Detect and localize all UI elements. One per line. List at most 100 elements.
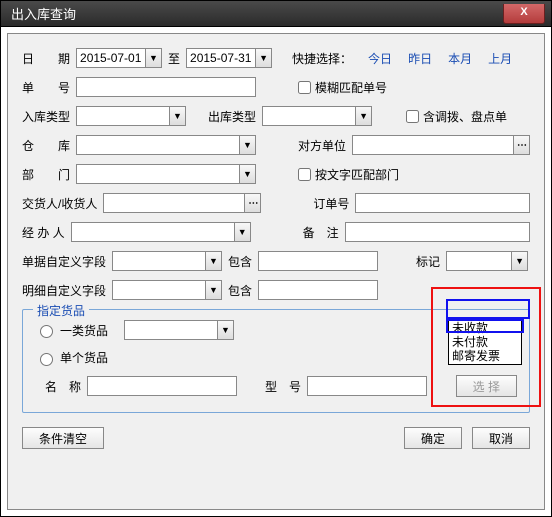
label-to: 至 bbox=[168, 50, 180, 67]
fieldset-legend: 指定货品 bbox=[33, 302, 89, 319]
dept-match-check[interactable] bbox=[298, 168, 311, 181]
chevron-down-icon[interactable]: ▼ bbox=[169, 107, 185, 125]
chevron-down-icon[interactable]: ▼ bbox=[355, 107, 371, 125]
dept-match-label: 按文字匹配部门 bbox=[315, 166, 399, 183]
remark-input[interactable] bbox=[345, 222, 530, 242]
include-transfer-checkbox[interactable]: 含调拨、盘点单 bbox=[406, 108, 507, 125]
chevron-down-icon[interactable]: ▼ bbox=[234, 223, 250, 241]
radio-catgoods[interactable]: 一类货品 bbox=[35, 322, 108, 339]
row-billcustom: 单据自定义字段 ▼ 包含 标记 ▼ bbox=[22, 251, 530, 271]
ellipsis-icon[interactable]: ⋯ bbox=[244, 194, 260, 212]
detailcustom-field-select[interactable]: ▼ bbox=[112, 280, 222, 300]
form-panel: 日 期 2015-07-01 ▼ 至 2015-07-31 ▼ 快捷选择： 今日… bbox=[7, 33, 545, 510]
link-last-month[interactable]: 上月 bbox=[488, 50, 512, 67]
date-to-input[interactable]: 2015-07-31 ▼ bbox=[186, 48, 272, 68]
outtype-select[interactable]: ▼ bbox=[262, 106, 372, 126]
link-this-month[interactable]: 本月 bbox=[448, 50, 472, 67]
row-handler: 经 办 人 ▼ 备 注 bbox=[22, 222, 530, 242]
mark-select[interactable]: ▼ bbox=[446, 251, 528, 271]
chevron-down-icon[interactable]: ▼ bbox=[239, 136, 255, 154]
mark-dropdown-list[interactable]: 未收款 未付款 邮寄发票 bbox=[448, 319, 522, 365]
intype-select[interactable]: ▼ bbox=[76, 106, 186, 126]
radio-singlegoods[interactable]: 单个货品 bbox=[35, 349, 108, 366]
window-title: 出入库查询 bbox=[11, 4, 76, 23]
chevron-down-icon[interactable]: ▼ bbox=[239, 165, 255, 183]
link-yesterday[interactable]: 昨日 bbox=[408, 50, 432, 67]
row-detailcustom: 明细自定义字段 ▼ 包含 bbox=[22, 280, 530, 300]
label-outtype: 出库类型 bbox=[208, 108, 256, 125]
label-name: 名 称 bbox=[45, 378, 81, 395]
radio-singlegoods-input[interactable] bbox=[40, 353, 53, 366]
detailcustom-contain-input[interactable] bbox=[258, 280, 378, 300]
dept-match-checkbox[interactable]: 按文字匹配部门 bbox=[298, 166, 399, 183]
label-mark: 标记 bbox=[416, 253, 440, 270]
label-orderno: 单 号 bbox=[22, 79, 70, 96]
row-singlegoods: 单个货品 bbox=[35, 349, 517, 366]
select-goods-button: 选 择 bbox=[456, 375, 517, 397]
label-contain2: 包含 bbox=[228, 282, 252, 299]
label-date: 日 期 bbox=[22, 50, 70, 67]
label-handler: 经 办 人 bbox=[22, 224, 65, 241]
billcustom-field-select[interactable]: ▼ bbox=[112, 251, 222, 271]
label-deliverer: 交货人/收货人 bbox=[22, 195, 97, 212]
handler-select[interactable]: ▼ bbox=[71, 222, 251, 242]
ellipsis-icon[interactable]: ⋯ bbox=[513, 136, 529, 154]
row-orderno: 单 号 模糊匹配单号 bbox=[22, 77, 530, 97]
deliverer-lookup[interactable]: ⋯ bbox=[103, 193, 261, 213]
row-types: 入库类型 ▼ 出库类型 ▼ 含调拨、盘点单 bbox=[22, 106, 530, 126]
row-catgoods: 一类货品 ▼ bbox=[35, 320, 517, 340]
label-counterparty: 对方单位 bbox=[298, 137, 346, 154]
date-from-value: 2015-07-01 bbox=[80, 51, 141, 65]
mark-option[interactable]: 未付款 bbox=[449, 335, 521, 349]
close-button[interactable]: X bbox=[503, 4, 545, 24]
ok-button[interactable]: 确定 bbox=[404, 427, 462, 449]
date-from-input[interactable]: 2015-07-01 ▼ bbox=[76, 48, 162, 68]
row-dept: 部 门 ▼ 按文字匹配部门 bbox=[22, 164, 530, 184]
warehouse-select[interactable]: ▼ bbox=[76, 135, 256, 155]
include-transfer-label: 含调拨、盘点单 bbox=[423, 108, 507, 125]
cancel-button[interactable]: 取消 bbox=[472, 427, 530, 449]
label-dept: 部 门 bbox=[22, 166, 70, 183]
fuzzy-order-check[interactable] bbox=[298, 81, 311, 94]
row-date: 日 期 2015-07-01 ▼ 至 2015-07-31 ▼ 快捷选择： 今日… bbox=[22, 48, 530, 68]
fuzzy-order-checkbox[interactable]: 模糊匹配单号 bbox=[298, 79, 387, 96]
radio-catgoods-input[interactable] bbox=[40, 325, 53, 338]
radio-singlegoods-label: 单个货品 bbox=[60, 349, 108, 366]
chevron-down-icon[interactable]: ▼ bbox=[205, 281, 221, 299]
counterparty-lookup[interactable]: ⋯ bbox=[352, 135, 530, 155]
catgoods-select[interactable]: ▼ bbox=[124, 320, 234, 340]
dept-select[interactable]: ▼ bbox=[76, 164, 256, 184]
row-deliverer: 交货人/收货人 ⋯ 订单号 bbox=[22, 193, 530, 213]
mark-option[interactable]: 未收款 bbox=[449, 321, 521, 335]
label-quick: 快捷选择： bbox=[292, 50, 352, 67]
label-detailcustom: 明细自定义字段 bbox=[22, 282, 106, 299]
mark-option[interactable]: 邮寄发票 bbox=[449, 349, 521, 363]
chevron-down-icon[interactable]: ▼ bbox=[145, 49, 161, 67]
chevron-down-icon[interactable]: ▼ bbox=[511, 252, 527, 270]
chevron-down-icon[interactable]: ▼ bbox=[255, 49, 271, 67]
include-transfer-check[interactable] bbox=[406, 110, 419, 123]
name-input[interactable] bbox=[87, 376, 237, 396]
label-intype: 入库类型 bbox=[22, 108, 70, 125]
chevron-down-icon[interactable]: ▼ bbox=[205, 252, 221, 270]
model-input[interactable] bbox=[307, 376, 427, 396]
radio-catgoods-label: 一类货品 bbox=[60, 322, 108, 339]
row-name-model: 名 称 型 号 选 择 bbox=[35, 375, 517, 397]
label-model: 型 号 bbox=[265, 378, 301, 395]
bottom-buttons: 条件清空 确定 取消 bbox=[22, 427, 530, 449]
chevron-down-icon[interactable]: ▼ bbox=[217, 321, 233, 339]
label-warehouse: 仓 库 bbox=[22, 137, 70, 154]
suborder-input[interactable] bbox=[355, 193, 530, 213]
client-area: 日 期 2015-07-01 ▼ 至 2015-07-31 ▼ 快捷选择： 今日… bbox=[1, 27, 551, 516]
date-to-value: 2015-07-31 bbox=[190, 51, 251, 65]
label-remark: 备 注 bbox=[303, 224, 339, 241]
label-contain1: 包含 bbox=[228, 253, 252, 270]
link-today[interactable]: 今日 bbox=[368, 50, 392, 67]
label-suborder: 订单号 bbox=[313, 195, 349, 212]
orderno-input[interactable] bbox=[76, 77, 256, 97]
fuzzy-order-label: 模糊匹配单号 bbox=[315, 79, 387, 96]
titlebar: 出入库查询 X bbox=[1, 1, 551, 27]
billcustom-contain-input[interactable] bbox=[258, 251, 378, 271]
clear-button[interactable]: 条件清空 bbox=[22, 427, 104, 449]
label-billcustom: 单据自定义字段 bbox=[22, 253, 106, 270]
